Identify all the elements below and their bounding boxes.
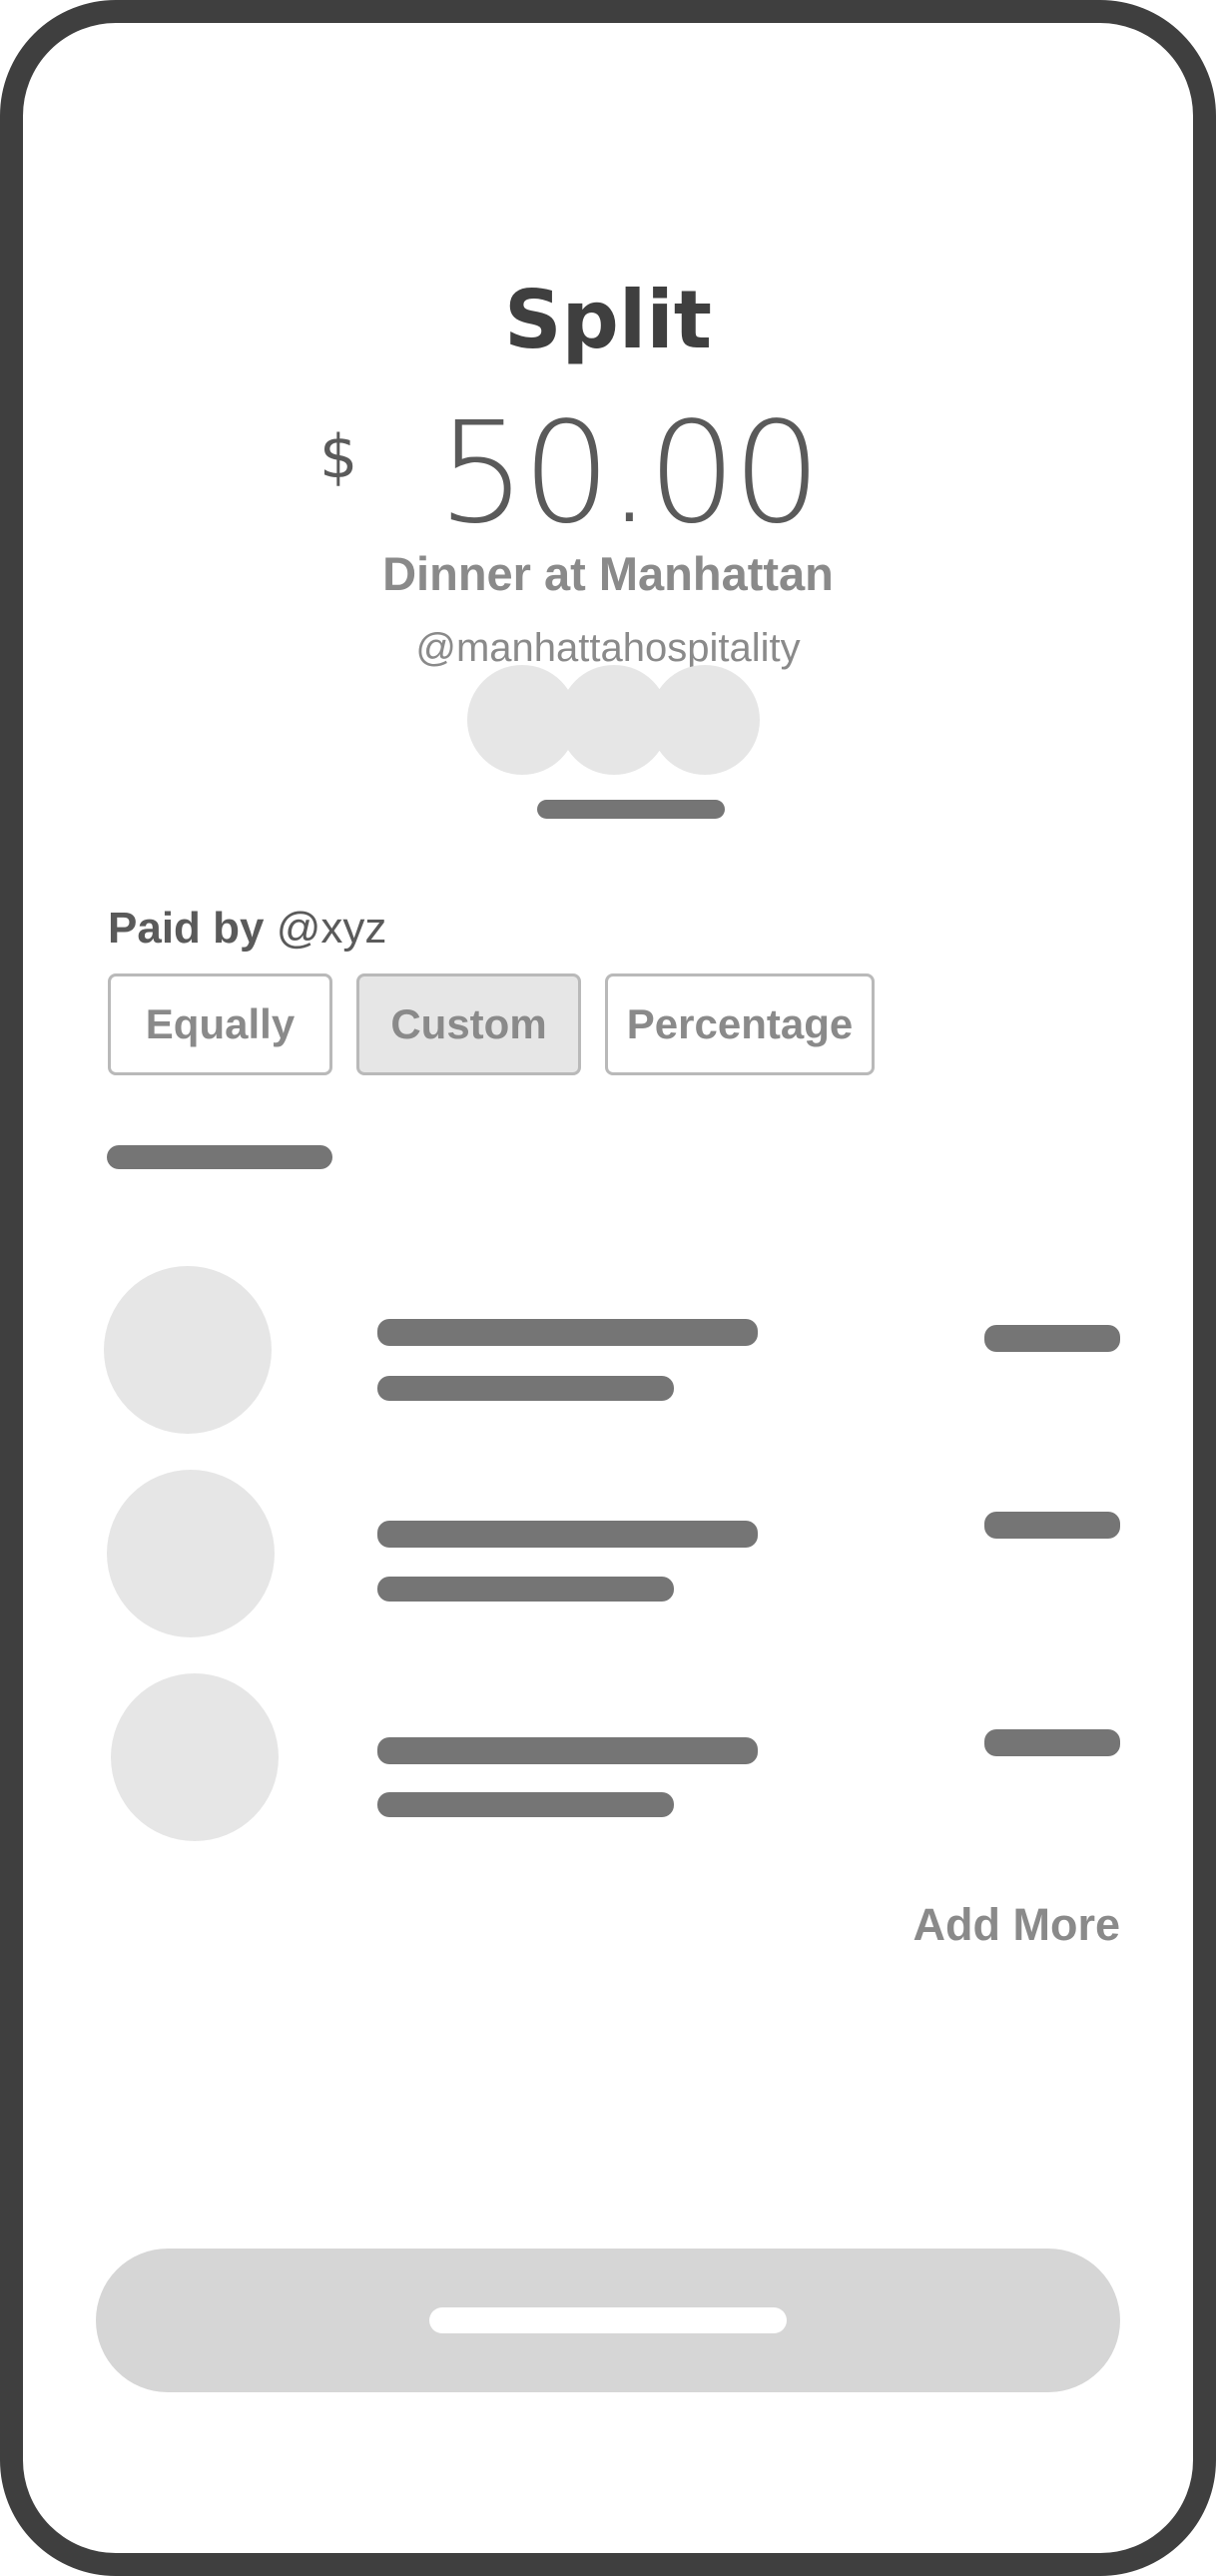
- participant-name-placeholder: [377, 1737, 758, 1764]
- confirm-split-button[interactable]: [96, 2249, 1120, 2392]
- avatars-label-placeholder: [537, 800, 725, 819]
- currency-symbol: $: [319, 422, 358, 492]
- split-amount: 50.00: [437, 392, 822, 555]
- split-percentage-button[interactable]: Percentage: [605, 973, 875, 1075]
- participant-row[interactable]: [23, 1266, 1193, 1446]
- participant-amount-placeholder[interactable]: [984, 1729, 1120, 1756]
- participant-name-placeholder: [377, 1319, 758, 1346]
- section-heading-placeholder: [107, 1145, 332, 1169]
- participant-avatar: [111, 1673, 279, 1841]
- button-label-placeholder: [429, 2307, 787, 2333]
- paid-by-row[interactable]: Paid by @xyz: [108, 907, 386, 951]
- add-more-link[interactable]: Add More: [913, 1902, 1121, 1947]
- phone-frame: Split $ 50.00 Dinner at Manhattan @manha…: [0, 0, 1216, 2576]
- participant-amount-placeholder[interactable]: [984, 1325, 1120, 1352]
- participant-avatar: [650, 665, 760, 775]
- participant-row[interactable]: [23, 1673, 1193, 1853]
- participant-avatar: [107, 1470, 275, 1637]
- participant-avatar: [104, 1266, 272, 1434]
- participant-name-placeholder: [377, 1521, 758, 1548]
- participant-amount-placeholder[interactable]: [984, 1512, 1120, 1539]
- participant-detail-placeholder: [377, 1577, 674, 1602]
- participant-detail-placeholder: [377, 1792, 674, 1817]
- split-equally-button[interactable]: Equally: [108, 973, 332, 1075]
- page-title: Split: [504, 274, 712, 366]
- payer-handle: @xyz: [276, 904, 387, 953]
- participant-detail-placeholder: [377, 1376, 674, 1401]
- participant-row[interactable]: [23, 1470, 1193, 1649]
- bill-description: Dinner at Manhattan: [382, 547, 834, 600]
- paid-by-label: Paid by: [108, 904, 265, 953]
- merchant-handle: @manhattahospitality: [415, 626, 801, 670]
- split-custom-button[interactable]: Custom: [356, 973, 581, 1075]
